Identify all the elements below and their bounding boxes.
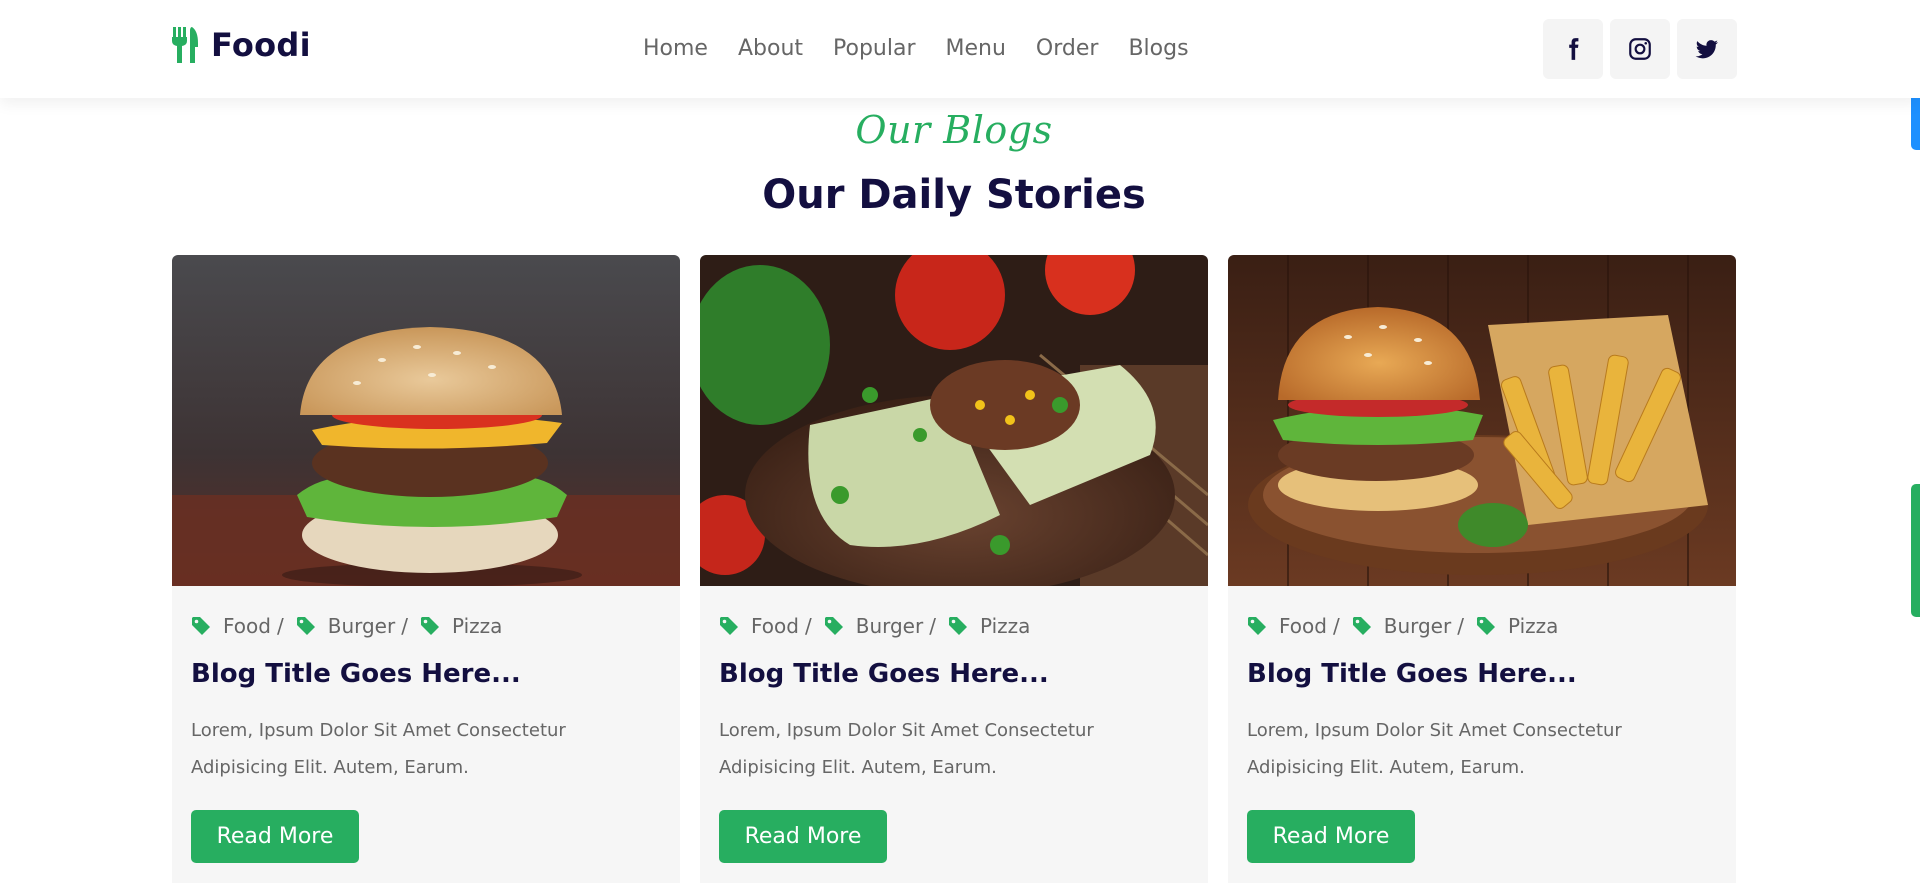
read-more-button[interactable]: Read More (719, 810, 887, 863)
facebook-button[interactable] (1543, 19, 1603, 79)
read-more-button[interactable]: Read More (1247, 810, 1415, 863)
utensils-icon (172, 27, 198, 63)
tag-icon (1248, 617, 1266, 635)
tag[interactable]: Pizza (1476, 614, 1558, 638)
tag[interactable]: Burger (1352, 614, 1451, 638)
card-text: Lorem, Ipsum Dolor Sit Amet Consectetur … (1247, 720, 1622, 778)
nav-home[interactable]: Home (643, 33, 708, 65)
social-links (1543, 19, 1737, 79)
card-tags: Food / Burger / Pizza (191, 614, 502, 638)
tag[interactable]: Food (191, 614, 271, 638)
tag-icon (296, 617, 315, 635)
burger-fries-photo (1228, 255, 1736, 586)
tag[interactable]: Pizza (420, 614, 502, 638)
site-header: Foodi Home About Popular Menu Order Blog… (0, 0, 1920, 98)
section-subtitle: Our Blogs (855, 108, 1053, 152)
tag[interactable]: Burger (296, 614, 395, 638)
tag-separator: / (401, 614, 408, 638)
card-title[interactable]: Blog Title Goes Here... (191, 659, 521, 689)
twitter-icon (1695, 40, 1718, 59)
tag-icon (1476, 617, 1495, 635)
tag-icon (1352, 617, 1371, 635)
tag[interactable]: Food (719, 614, 799, 638)
tag[interactable]: Burger (824, 614, 923, 638)
brand-logo[interactable]: Foodi (171, 26, 311, 64)
wrap-photo (700, 255, 1208, 586)
tag-separator: / (276, 614, 284, 638)
card-title[interactable]: Blog Title Goes Here... (1247, 659, 1577, 689)
scrollbar-thumb[interactable] (1911, 484, 1920, 617)
nav-popular[interactable]: Popular (833, 33, 916, 65)
tag-icon (192, 617, 210, 635)
tag-separator: / (804, 614, 812, 638)
tag-icon (824, 617, 843, 635)
tag[interactable]: Pizza (948, 614, 1030, 638)
tag-icon (720, 617, 738, 635)
nav-order[interactable]: Order (1036, 33, 1099, 65)
blog-card: Food / Burger / Pizza Blog Title Goes He… (1228, 255, 1736, 883)
card-title[interactable]: Blog Title Goes Here... (719, 659, 1049, 689)
nav-about[interactable]: About (738, 33, 803, 65)
instagram-icon (1629, 38, 1651, 60)
tag-separator: / (929, 614, 936, 638)
nav-menu[interactable]: Menu (946, 33, 1006, 65)
brand-name: Foodi (211, 26, 311, 64)
nav-blogs[interactable]: Blogs (1128, 33, 1188, 65)
section-title: Our Daily Stories (762, 172, 1146, 218)
instagram-button[interactable] (1610, 19, 1670, 79)
facebook-icon (1569, 38, 1579, 60)
tag[interactable]: Food (1247, 614, 1327, 638)
card-text: Lorem, Ipsum Dolor Sit Amet Consectetur … (191, 720, 566, 778)
tag-separator: / (1332, 614, 1340, 638)
twitter-button[interactable] (1677, 19, 1737, 79)
read-more-button[interactable]: Read More (191, 810, 359, 863)
tag-icon (420, 617, 439, 635)
card-tags: Food / Burger / Pizza (719, 614, 1030, 638)
tag-icon (948, 617, 967, 635)
main-nav: Home About Popular Menu Order Blogs (643, 33, 1219, 65)
blog-card: Food / Burger / Pizza Blog Title Goes He… (172, 255, 680, 883)
blog-card: Food / Burger / Pizza Blog Title Goes He… (700, 255, 1208, 883)
tag-separator: / (1457, 614, 1464, 638)
burger-photo (172, 255, 680, 586)
card-text: Lorem, Ipsum Dolor Sit Amet Consectetur … (719, 720, 1094, 778)
card-tags: Food / Burger / Pizza (1247, 614, 1558, 638)
